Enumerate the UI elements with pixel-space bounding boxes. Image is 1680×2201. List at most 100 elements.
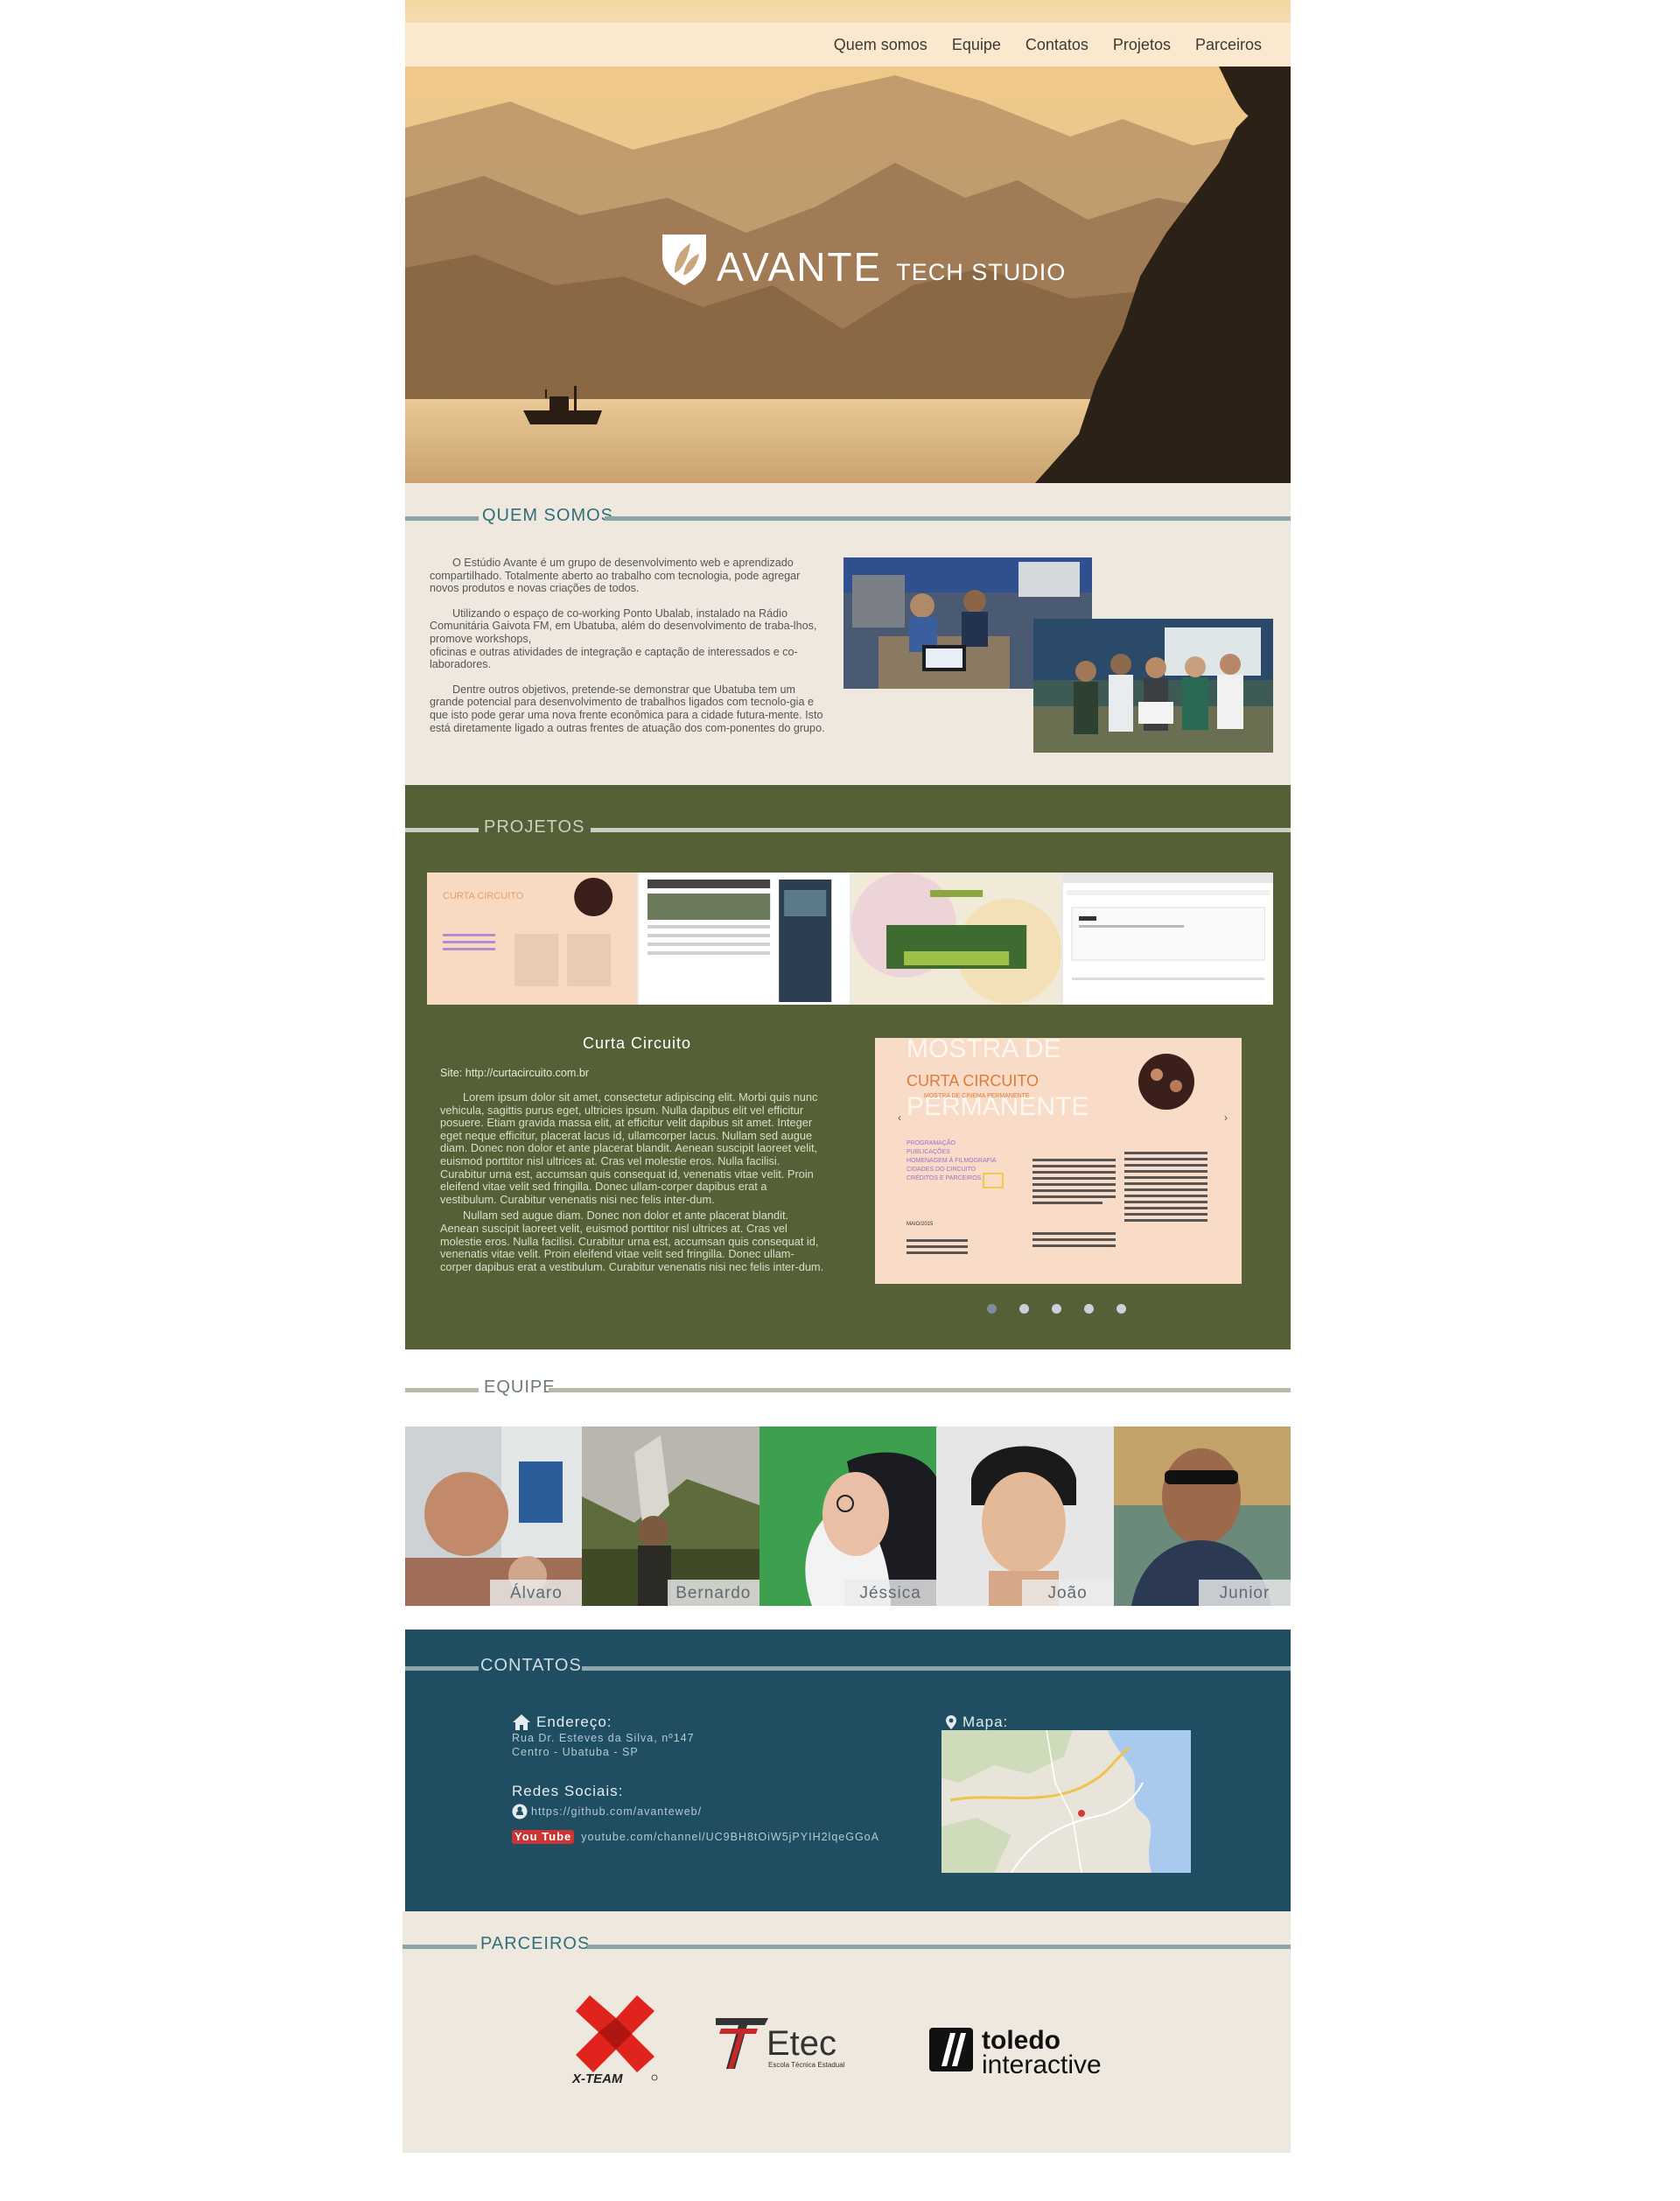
heading-rule <box>405 828 479 832</box>
project-paragraph: Lorem ipsum dolor sit amet, consectetur … <box>440 1090 818 1206</box>
github-row: https://github.com/avanteweb/ <box>512 1804 879 1819</box>
github-link[interactable]: https://github.com/avanteweb/ <box>531 1805 702 1819</box>
section-heading: PROJETOS <box>405 817 1291 840</box>
nav-quem-somos[interactable]: Quem somos <box>834 36 928 54</box>
nav-projetos[interactable]: Projetos <box>1113 36 1171 54</box>
carousel-dot[interactable] <box>1116 1304 1126 1314</box>
top-strip <box>405 0 1291 23</box>
address-line: Rua Dr. Esteves da Silva, nº147 <box>512 1732 695 1744</box>
page: Quem somos Equipe Contatos Projetos Parc… <box>402 0 1291 2153</box>
preview-menu-item: PROGRAMAÇÃO <box>906 1139 956 1146</box>
contact-info: Endereço: Rua Dr. Esteves da Silva, nº14… <box>512 1714 879 1844</box>
project-preview-slide: MOSTRA DE PERMANENTE CURTA CIRCUITO MOST… <box>875 1038 1242 1284</box>
svg-text:‹: ‹ <box>898 1111 901 1124</box>
partner-xteam[interactable]: X-TEAM <box>567 1992 663 2091</box>
team-member-card[interactable]: Bernardo <box>582 1426 760 1606</box>
address-label: Endereço: <box>536 1714 612 1730</box>
section-contatos: CONTATOS Endereço: Rua Dr. Esteves da Si… <box>405 1630 1291 1911</box>
project-thumbnails: CURTA CIRCUITO <box>427 873 1273 1005</box>
github-icon <box>512 1804 528 1819</box>
about-text: O Estúdio Avante é um grupo de desenvolv… <box>430 557 828 747</box>
brand-name: AVANTE <box>717 244 883 290</box>
project-site-link[interactable]: http://curtacircuito.com.br <box>466 1067 589 1079</box>
heading-rule <box>405 1388 479 1392</box>
address-heading: Endereço: <box>512 1714 879 1731</box>
team-member-card[interactable]: João <box>936 1426 1114 1606</box>
etec-wordmark: Etec <box>766 2024 836 2063</box>
nav-parceiros[interactable]: Parceiros <box>1195 36 1262 54</box>
member-name: Jéssica <box>844 1580 937 1606</box>
heading-rule <box>591 828 1291 832</box>
carousel-dot[interactable] <box>1019 1304 1029 1314</box>
thumb-logo-text: CURTA CIRCUITO <box>443 891 524 901</box>
preview-menu-item: HOMENAGEM À FILMOGRAFIA <box>906 1156 997 1164</box>
festival-site-thumb-image <box>850 873 1061 1005</box>
section-equipe: EQUIPE Álvaro Bernardo Jéssica João Juni… <box>405 1349 1291 1630</box>
preview-menu-item: PUBLICAÇÕES <box>906 1147 950 1155</box>
project-site: Site: http://curtacircuito.com.br <box>440 1067 589 1079</box>
project-site-label: Site: <box>440 1067 463 1079</box>
heading-rule <box>587 1945 1291 1949</box>
thumbnail-festival-site[interactable] <box>850 873 1063 1005</box>
location-map[interactable] <box>942 1729 1191 1874</box>
member-name: João <box>1021 1580 1114 1606</box>
section-title: QUEM SOMOS <box>482 506 614 525</box>
member-name: Junior <box>1198 1580 1291 1606</box>
preview-logo: CURTA CIRCUITO <box>906 1072 1039 1090</box>
about-paragraph: O Estúdio Avante é um grupo de desenvolv… <box>430 557 801 595</box>
preview-bg-text: MOSTRA DE <box>906 1038 1061 1063</box>
section-heading: PARCEIROS <box>402 1934 1291 1957</box>
hero-banner: AVANTE TECH STUDIO <box>405 67 1291 483</box>
section-title: PROJETOS <box>484 817 585 837</box>
carousel-dot[interactable] <box>1084 1304 1094 1314</box>
etec-subtitle: Escola Técnica Estadual <box>768 2061 845 2069</box>
team-member-card[interactable]: Jéssica <box>759 1426 937 1606</box>
heading-rule <box>582 1666 1291 1671</box>
section-quem-somos: QUEM SOMOS O Estúdio Avante é um grupo d… <box>405 483 1291 785</box>
top-nav: Quem somos Equipe Contatos Projetos Parc… <box>405 23 1291 67</box>
preview-month: MAIO/2015 <box>906 1222 934 1227</box>
shield-leaf-icon <box>662 235 706 285</box>
map-label: Mapa: <box>962 1714 1009 1730</box>
youtube-link[interactable]: youtube.com/channel/UC9BH8tOiW5jPYIH2lqe… <box>581 1830 879 1844</box>
heading-rule <box>405 516 479 521</box>
nav-contatos[interactable]: Contatos <box>1026 36 1088 54</box>
map-pin-icon <box>946 1715 956 1729</box>
toledo-logo: toledo interactive <box>929 2026 1102 2079</box>
xteam-wordmark: X-TEAM <box>571 2071 623 2086</box>
partner-toledo[interactable]: toledo interactive <box>928 2021 1120 2086</box>
preview-logo-sub: MOSTRA DE CINEMA PERMANENTE <box>924 1093 1030 1099</box>
thumbnail-curta-circuito[interactable]: CURTA CIRCUITO <box>427 873 640 1005</box>
member-name: Álvaro <box>490 1580 583 1606</box>
team-member-card[interactable]: Álvaro <box>405 1426 583 1606</box>
carousel-dot[interactable] <box>1052 1304 1061 1314</box>
section-title: CONTATOS <box>480 1656 582 1675</box>
carousel-dots <box>987 1304 1126 1314</box>
map-heading: Mapa: <box>945 1714 1008 1731</box>
map-image <box>942 1729 1191 1874</box>
curta-circuito-thumb-image: CURTA CIRCUITO <box>427 873 638 1005</box>
thumbnail-docs-app[interactable] <box>1062 873 1273 1005</box>
thumbnail-news-site[interactable] <box>639 873 851 1005</box>
carousel-dot[interactable] <box>987 1304 997 1314</box>
partner-etec[interactable]: Etec Escola Técnica Estadual <box>712 2013 861 2080</box>
preview-menu-item: CRÉDITOS E PARCEIROS <box>906 1174 982 1181</box>
about-paragraph: Utilizando o espaço de co-working Ponto … <box>430 606 817 671</box>
news-site-thumb-image <box>639 873 850 1005</box>
home-icon <box>513 1714 530 1730</box>
nav-equipe[interactable]: Equipe <box>952 36 1001 54</box>
heading-rule <box>549 1388 1291 1392</box>
brand-tagline: TECH STUDIO <box>896 259 1067 285</box>
section-title: PARCEIROS <box>480 1934 591 1953</box>
team-member-card[interactable]: Junior <box>1113 1426 1291 1606</box>
section-parceiros: PARCEIROS X-TEAM Etec Escola Técnica Est… <box>402 1911 1291 2153</box>
team-gallery: Álvaro Bernardo Jéssica João Junior <box>405 1426 1291 1606</box>
youtube-row: You Tube youtube.com/channel/UC9BH8tOiW5… <box>512 1830 879 1844</box>
project-title: Curta Circuito <box>582 1034 692 1052</box>
heading-rule <box>605 516 1291 521</box>
section-heading: EQUIPE <box>405 1377 1291 1400</box>
section-title: EQUIPE <box>484 1377 556 1397</box>
docs-app-thumb-image <box>1062 873 1273 1005</box>
etec-logo: Etec Escola Técnica Estadual <box>716 2018 845 2069</box>
heading-rule <box>405 1666 479 1671</box>
